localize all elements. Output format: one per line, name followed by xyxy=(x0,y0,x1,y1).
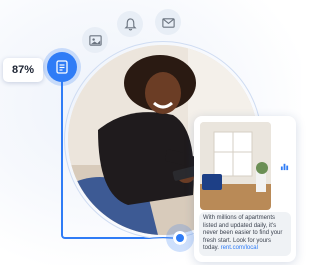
bar-chart-icon xyxy=(280,163,289,171)
message-link[interactable]: rent.com/local xyxy=(221,245,258,251)
connector-endpoint xyxy=(166,224,194,252)
mail-icon xyxy=(161,17,175,28)
message-bubble: With millions of apartments listed and u… xyxy=(199,212,291,256)
message-card: With millions of apartments listed and u… xyxy=(194,116,296,262)
progress-percent-badge: 87% xyxy=(3,58,43,82)
document-icon xyxy=(56,60,68,74)
bell-icon xyxy=(123,17,137,30)
image-icon-button[interactable] xyxy=(82,27,108,53)
notification-icon-button[interactable] xyxy=(117,11,143,37)
apartment-photo xyxy=(200,122,271,210)
image-icon xyxy=(88,34,102,46)
progress-percent-label: 87% xyxy=(11,64,35,76)
document-node[interactable] xyxy=(47,52,77,82)
mail-icon-button[interactable] xyxy=(155,9,181,35)
connector-endpoint-dot xyxy=(173,231,187,245)
